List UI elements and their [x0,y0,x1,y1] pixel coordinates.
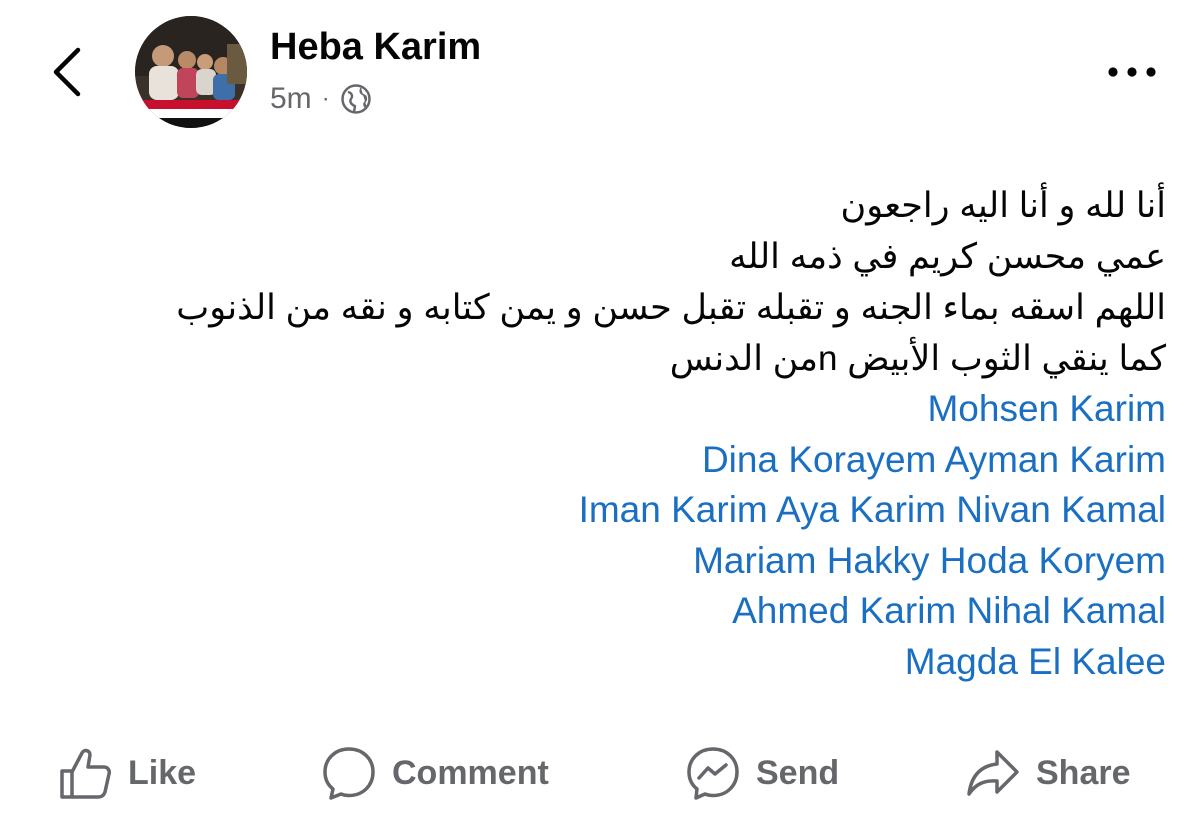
messenger-icon [687,747,739,800]
avatar[interactable] [135,16,247,128]
post-line: كما ينقي الثوب الأبيض nمن الدنس [669,339,1166,378]
share-button[interactable]: Share [964,740,1131,806]
send-button[interactable]: Send [684,740,839,806]
send-label: Send [756,753,840,792]
tagged-people-line[interactable]: Dina Korayem Ayman Karim [26,435,1166,486]
share-icon [967,750,1019,796]
globe-icon [340,84,371,114]
more-horizontal-icon [1108,67,1156,77]
post-line: اللهم اسقه بماء الجنه و تقبله تقبل حسن و… [176,288,1166,327]
post-line: أنا لله و أنا اليه راجعون [840,186,1166,225]
thumbs-up-icon [60,748,111,799]
comment-label: Comment [392,753,549,792]
share-label: Share [1036,753,1131,792]
chevron-left-icon [53,47,81,97]
comment-icon [323,747,375,800]
post-time[interactable]: 5m [270,82,312,116]
comment-button[interactable]: Comment [320,740,549,806]
post-line: عمي محسن كريم في ذمه الله [729,237,1166,276]
more-options-button[interactable] [1100,52,1164,88]
author-name[interactable]: Heba Karim [270,26,481,69]
post-text: أنا لله و أنا اليه راجعون عمي محسن كريم … [26,180,1166,687]
tagged-people-line[interactable]: Mariam Hakky Hoda Koryem [26,536,1166,587]
tagged-people-line[interactable]: Iman Karim Aya Karim Nivan Kamal [26,485,1166,536]
tagged-people-line[interactable]: Mohsen Karim [26,384,1166,435]
post-action-bar: Like Comment Send Share [0,740,1200,806]
tagged-people-line[interactable]: Magda El Kalee [26,637,1166,688]
tagged-people-line[interactable]: Ahmed Karim Nihal Kamal [26,586,1166,637]
meta-separator: · [321,85,330,112]
like-label: Like [128,753,197,792]
back-button[interactable] [44,42,94,102]
post-meta: 5m · [270,82,372,116]
like-button[interactable]: Like [58,740,196,806]
